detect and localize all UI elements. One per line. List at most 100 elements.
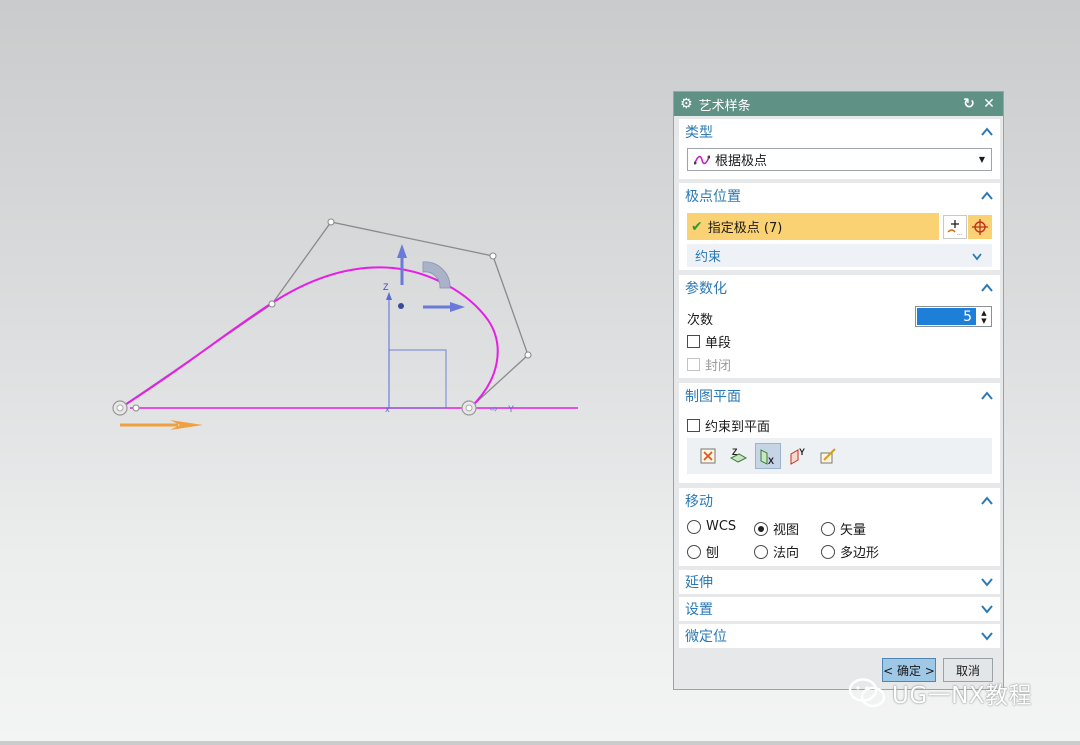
wcs-origin[interactable] (398, 303, 404, 309)
section-extend[interactable]: 延伸 (679, 570, 1000, 594)
y-axis-label: Y (508, 404, 514, 414)
wechat-logo-icon (848, 678, 886, 708)
move-option-view[interactable]: 视图 (754, 519, 799, 538)
type-dropdown[interactable]: 根据极点 ▼ (687, 148, 992, 171)
constrain-to-plane-label: 约束到平面 (705, 420, 771, 435)
section-drawing-plane-header[interactable]: 制图平面 (679, 383, 1000, 409)
checkmark-icon: ✔ (691, 218, 703, 235)
section-settings-header[interactable]: 设置 (679, 597, 1000, 621)
section-extend-title: 延伸 (685, 575, 713, 591)
chevron-down-icon[interactable] (980, 602, 994, 616)
point-dialog-button[interactable]: … (943, 215, 967, 239)
svg-text:Y: Y (799, 447, 805, 457)
specify-pole-row[interactable]: ✔ 指定极点 (7) (687, 213, 939, 240)
z-axis-arrow (386, 292, 392, 300)
section-move: 移动 WCS 视图 矢量 刨 法向 多边形 (679, 488, 1000, 566)
chevron-up-icon[interactable] (980, 281, 994, 295)
section-pole-position: 极点位置 ✔ 指定极点 (7) … 约束 (679, 183, 1000, 270)
single-segment-checkbox[interactable] (687, 335, 700, 348)
constraint-label: 约束 (695, 250, 722, 265)
section-type-header[interactable]: 类型 (679, 119, 1000, 145)
degree-label: 次数 (687, 313, 714, 328)
degree-value[interactable]: 5 (917, 308, 976, 325)
view-plane-button[interactable] (695, 443, 721, 469)
point-snap-button[interactable] (968, 215, 992, 239)
section-move-header[interactable]: 移动 (679, 488, 1000, 514)
chevron-up-icon[interactable] (980, 189, 994, 203)
section-pole-position-title: 极点位置 (685, 189, 741, 205)
chevron-up-icon[interactable] (980, 125, 994, 139)
radio-wcs[interactable] (687, 519, 701, 534)
constrain-to-plane-row[interactable]: 约束到平面 (687, 416, 770, 435)
move-option-normal[interactable]: 法向 (754, 542, 799, 561)
chevron-down-icon[interactable] (980, 575, 994, 589)
close-icon[interactable]: ✕ (981, 96, 997, 112)
up-handle-arrow[interactable] (397, 244, 407, 258)
section-drawing-plane: 制图平面 约束到平面 Z X Y (679, 383, 1000, 483)
spline-curve (119, 266, 499, 409)
constraint-subsection[interactable]: 约束 (687, 244, 992, 267)
radio-plane[interactable] (687, 544, 701, 559)
x-plane-icon: X (760, 449, 774, 466)
spline-type-icon (694, 155, 710, 164)
z-axis-label: Z (383, 282, 389, 292)
specify-pole-label: 指定极点 (7) (707, 221, 783, 236)
move-option-vector[interactable]: 矢量 (821, 519, 866, 538)
section-fine-position-title: 微定位 (685, 629, 727, 645)
move-option-polygon[interactable]: 多边形 (821, 542, 879, 561)
degree-spinner[interactable]: 5 ▲ ▼ (915, 306, 992, 327)
pole-point[interactable] (268, 300, 276, 308)
section-parameterization-header[interactable]: 参数化 (679, 275, 1000, 301)
radio-normal[interactable] (754, 544, 768, 559)
z-plane-icon: Z (729, 447, 748, 463)
gear-icon[interactable]: ⚙ (680, 96, 693, 112)
y-axis-arrow-mark: ⇨ (490, 405, 498, 415)
x-plane-button[interactable]: X (755, 443, 781, 469)
move-option-label: 刨 (706, 546, 720, 561)
chevron-down-icon[interactable] (980, 629, 994, 643)
section-pole-position-header[interactable]: 极点位置 (679, 183, 1000, 209)
section-type-title: 类型 (685, 125, 713, 141)
constrain-to-plane-checkbox[interactable] (687, 419, 700, 432)
move-option-label: 视图 (773, 523, 800, 538)
chevron-up-icon[interactable] (980, 494, 994, 508)
radio-polygon[interactable] (821, 544, 835, 559)
pole-point[interactable] (489, 252, 497, 260)
custom-plane-button[interactable] (815, 443, 841, 469)
chevron-up-icon[interactable] (980, 389, 994, 403)
reset-icon[interactable]: ↻ (961, 96, 977, 112)
dialog-title-bar[interactable]: ⚙ 艺术样条 ↻ ✕ (674, 92, 1003, 116)
dropdown-arrow-icon: ▼ (978, 155, 985, 164)
move-option-label: 多边形 (840, 546, 880, 561)
single-segment-row[interactable]: 单段 (687, 332, 731, 351)
spinner-arrows-icon[interactable]: ▲ ▼ (977, 307, 991, 326)
section-settings[interactable]: 设置 (679, 597, 1000, 621)
y-plane-button[interactable]: Y (785, 443, 811, 469)
section-parameterization: 参数化 次数 5 ▲ ▼ 单段 封闭 (679, 275, 1000, 378)
type-dropdown-value: 根据极点 (715, 154, 768, 169)
art-spline-dialog: ⚙ 艺术样条 ↻ ✕ 类型 根据极点 ▼ 极点位置 ✔ 指定极点 (7) … 约… (673, 91, 1004, 690)
move-option-plane[interactable]: 刨 (687, 542, 719, 561)
chevron-down-icon[interactable] (970, 249, 984, 263)
section-fine-position-header[interactable]: 微定位 (679, 624, 1000, 648)
radio-view[interactable] (754, 521, 768, 536)
degree-row: 次数 (687, 309, 713, 328)
section-extend-header[interactable]: 延伸 (679, 570, 1000, 594)
move-option-wcs[interactable]: WCS (687, 519, 736, 534)
end-point-inner (465, 404, 473, 412)
pole-point[interactable] (524, 351, 532, 359)
move-option-label: WCS (706, 519, 737, 534)
section-type: 类型 根据极点 ▼ (679, 119, 1000, 179)
closed-row: 封闭 (687, 355, 731, 374)
section-fine-position[interactable]: 微定位 (679, 624, 1000, 648)
closed-checkbox (687, 358, 700, 371)
pole-point[interactable] (132, 404, 140, 412)
pole-point[interactable] (327, 218, 335, 226)
single-segment-label: 单段 (705, 336, 732, 351)
closed-label: 封闭 (705, 359, 732, 374)
move-option-label: 法向 (773, 546, 800, 561)
watermark: UG一NX教程 (848, 676, 1032, 710)
radio-vector[interactable] (821, 521, 835, 536)
right-handle-arrow[interactable] (450, 302, 465, 312)
z-plane-button[interactable]: Z (725, 443, 751, 469)
